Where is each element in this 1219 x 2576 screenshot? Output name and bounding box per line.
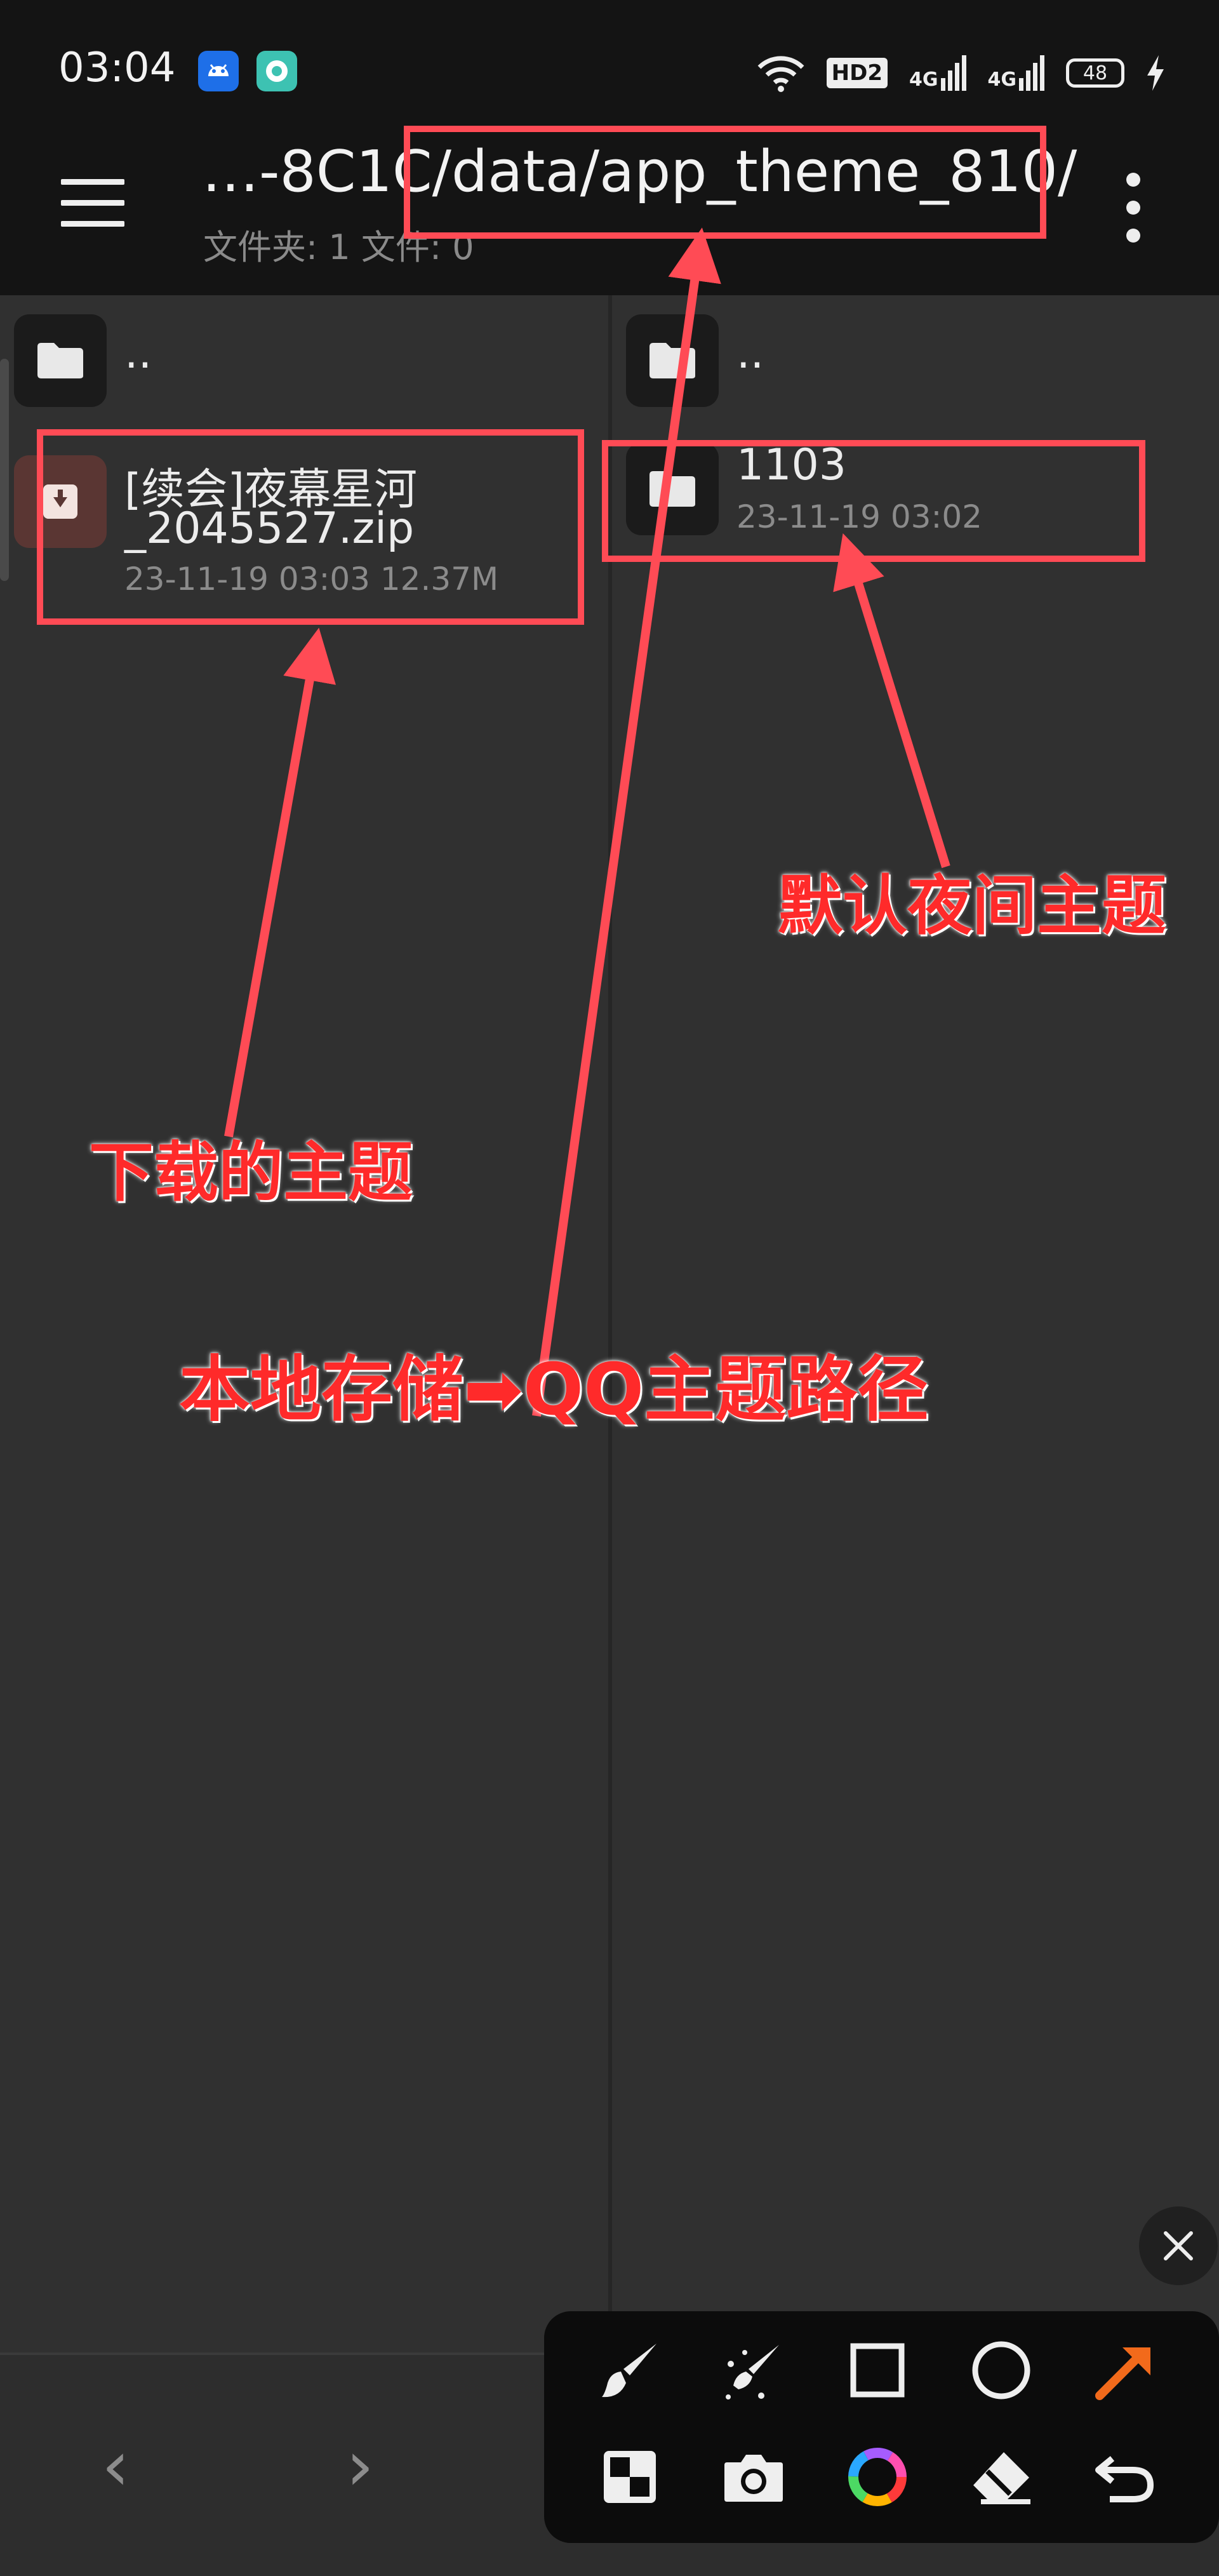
color-picker-icon[interactable] — [836, 2436, 919, 2518]
eraser-icon[interactable] — [960, 2436, 1042, 2518]
annotation-arrow-default-night — [833, 533, 950, 869]
circle-tool-icon[interactable] — [960, 2329, 1042, 2412]
annotation-default-night-theme: 默认夜间主题 — [778, 869, 1166, 944]
highlight-path-box — [404, 126, 1046, 239]
undo-icon[interactable] — [1084, 2436, 1166, 2518]
annotation-arrow-downloaded — [224, 627, 336, 1138]
drawing-toolbar — [544, 2311, 1219, 2543]
close-drawing-button[interactable] — [1139, 2206, 1218, 2285]
arrow-tool-icon[interactable] — [1084, 2329, 1166, 2412]
rectangle-tool-icon[interactable] — [836, 2329, 919, 2412]
annotation-arrow-path — [532, 227, 721, 1417]
close-icon — [1164, 2231, 1193, 2260]
annotation-qq-theme-path: 本地存储➡QQ主题路径 — [179, 1349, 929, 1431]
brush-tool-icon[interactable] — [589, 2329, 671, 2412]
mosaic-tool-icon[interactable] — [589, 2436, 671, 2518]
camera-icon[interactable] — [712, 2436, 795, 2518]
magic-brush-tool-icon[interactable] — [712, 2329, 795, 2412]
highlight-file-box — [37, 429, 584, 625]
highlight-folder-box — [602, 440, 1145, 562]
annotation-overlay — [224, 227, 950, 1417]
annotation-downloaded-theme: 下载的主题 — [89, 1135, 413, 1211]
